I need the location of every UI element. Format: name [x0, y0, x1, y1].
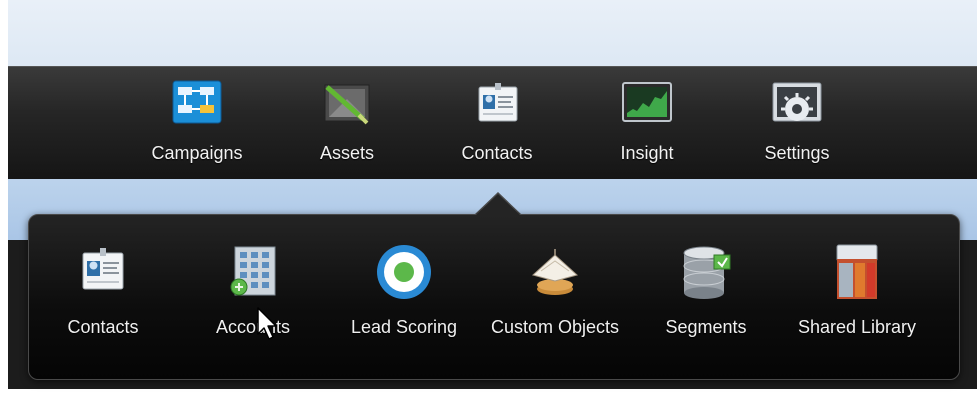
mouse-cursor-icon: [257, 307, 277, 340]
submenu-item-lead-scoring[interactable]: Lead Scoring: [339, 241, 469, 351]
submenu-item-label: Shared Library: [797, 317, 917, 337]
submenu-item-label: Lead Scoring: [350, 317, 458, 337]
nav-item-label: Insight: [620, 143, 674, 163]
contact-card-icon: [71, 241, 135, 303]
accounts-building-icon: [221, 241, 285, 303]
top-header-band: [8, 0, 977, 66]
custom-objects-icon: [523, 241, 587, 303]
nav-item-label: Campaigns: [151, 143, 243, 163]
lead-scoring-target-icon: [372, 241, 436, 303]
nav-item-assets[interactable]: Assets: [292, 79, 402, 171]
bottom-edge: [0, 389, 977, 393]
main-nav-bar: Campaigns Assets Contacts Insight Settin…: [8, 66, 977, 180]
submenu-item-accounts[interactable]: Accounts: [195, 241, 311, 351]
nav-item-label: Contacts: [461, 143, 533, 163]
submenu-item-contacts[interactable]: Contacts: [53, 241, 153, 351]
shared-library-icon: [825, 241, 889, 303]
contacts-submenu-popup: Contacts Accounts Lead Scoring Custom Ob…: [28, 214, 960, 380]
nav-item-label: Assets: [319, 143, 375, 163]
popup-pointer-fill: [476, 194, 520, 215]
nav-item-label: Settings: [764, 143, 830, 163]
submenu-item-segments[interactable]: Segments: [651, 241, 761, 351]
assets-icon: [319, 79, 375, 127]
submenu-item-shared-library[interactable]: Shared Library: [777, 241, 937, 351]
nav-item-settings[interactable]: Settings: [742, 79, 852, 171]
segments-database-icon: [674, 241, 738, 303]
submenu-item-custom-objects[interactable]: Custom Objects: [477, 241, 633, 351]
contact-card-icon: [469, 79, 525, 127]
nav-item-insight[interactable]: Insight: [592, 79, 702, 171]
submenu-item-label: Contacts: [67, 317, 139, 337]
campaigns-flowchart-icon: [169, 79, 225, 127]
nav-item-contacts[interactable]: Contacts: [442, 79, 552, 171]
settings-gear-icon: [769, 79, 825, 127]
submenu-item-label: Segments: [665, 317, 747, 337]
submenu-item-label: Custom Objects: [490, 317, 620, 337]
insight-chart-icon: [619, 79, 675, 127]
nav-item-campaigns[interactable]: Campaigns: [142, 79, 252, 171]
